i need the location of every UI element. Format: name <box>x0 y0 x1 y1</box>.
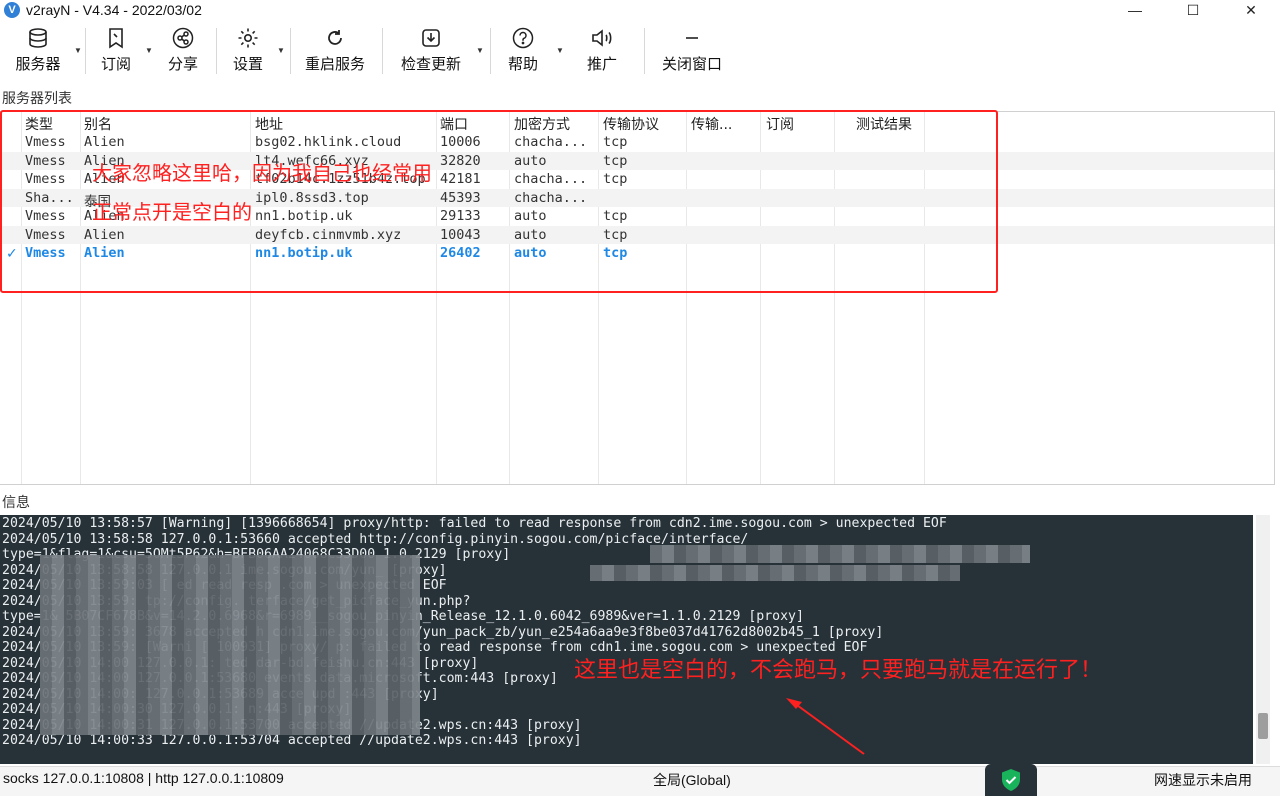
download-icon <box>419 26 443 50</box>
log-label: 信息 <box>2 494 30 510</box>
annotation-text: 大家忽略这里哈，因为我自己也经常用 <box>92 161 432 185</box>
toolbar-divider <box>290 28 291 74</box>
toolbar-divider <box>382 28 383 74</box>
maximize-button[interactable]: ☐ <box>1164 0 1222 20</box>
v2rayn-logo-icon: V <box>4 2 20 18</box>
close-window-button[interactable]: 关闭窗口 <box>658 24 726 76</box>
subscribe-button[interactable]: 订阅 <box>96 24 136 76</box>
settings-button[interactable]: 设置 <box>230 24 266 76</box>
log-panel[interactable]: 2024/05/10 13:58:57 [Warning] [139666865… <box>0 515 1253 764</box>
blurred-region <box>590 565 960 581</box>
close-window-label: 关闭窗口 <box>661 56 722 73</box>
proxy-ports-status: socks 127.0.0.1:10808 | http 127.0.0.1:1… <box>3 770 284 786</box>
toolbar-divider <box>490 28 491 74</box>
speaker-icon <box>590 26 614 50</box>
refresh-icon <box>323 26 347 50</box>
help-icon <box>511 26 535 50</box>
help-button[interactable]: 帮助 <box>505 24 541 76</box>
help-dropdown-icon[interactable]: ▼ <box>556 46 564 55</box>
servers-label: 服务器 <box>15 56 61 73</box>
log-line: 2024/05/10 13:58:58 127.0.0.1:53660 acce… <box>2 531 749 547</box>
log-scrollbar[interactable] <box>1256 515 1270 764</box>
gear-icon <box>236 26 260 50</box>
security-shield-icon[interactable] <box>985 764 1037 796</box>
log-scroll-thumb[interactable] <box>1258 713 1268 739</box>
annotation-text: 正常点开是空白的 <box>92 200 252 224</box>
restart-service-label: 重启服务 <box>304 56 365 73</box>
minus-icon <box>680 26 704 50</box>
check-update-label: 检查更新 <box>400 56 461 73</box>
settings-label: 设置 <box>232 56 263 73</box>
status-bar: socks 127.0.0.1:10808 | http 127.0.0.1:1… <box>0 766 1280 796</box>
annotation-arrow-icon <box>786 698 865 755</box>
toolbar-divider <box>644 28 645 74</box>
bookmark-icon <box>104 26 128 50</box>
promote-button[interactable]: 推广 <box>584 24 620 76</box>
title-bar: V v2rayN - V4.34 - 2022/03/02 — ☐ ✕ <box>0 0 1280 20</box>
share-button[interactable]: 分享 <box>165 24 201 76</box>
subscribe-dropdown-icon[interactable]: ▼ <box>145 46 153 55</box>
close-button[interactable]: ✕ <box>1222 0 1280 20</box>
settings-dropdown-icon[interactable]: ▼ <box>277 46 285 55</box>
window-title: v2rayN - V4.34 - 2022/03/02 <box>26 2 202 18</box>
servers-button[interactable]: 服务器 <box>10 24 66 76</box>
minimize-button[interactable]: — <box>1106 0 1164 20</box>
log-line: 2024/05/10 14:00:33 127.0.0.1:53704 acce… <box>2 733 582 748</box>
speed-display-status: 网速显示未启用 <box>1154 772 1252 788</box>
help-label: 帮助 <box>507 56 538 73</box>
share-label: 分享 <box>167 56 198 73</box>
database-icon <box>26 26 50 50</box>
toolbar-divider <box>216 28 217 74</box>
window-controls: — ☐ ✕ <box>1106 0 1280 20</box>
check-update-button[interactable]: 检查更新 <box>398 24 464 76</box>
toolbar: 服务器 ▼ 订阅 ▼ 分享 设置 ▼ 重启服务 检查更新 ▼ 帮助 ▼ 推广 关… <box>0 24 1280 82</box>
blurred-region <box>40 555 420 735</box>
promote-label: 推广 <box>586 56 617 73</box>
log-line: 2024/05/10 13:58:57 [Warning] [139666865… <box>2 516 947 531</box>
server-list-label: 服务器列表 <box>2 90 72 106</box>
share-icon <box>171 26 195 50</box>
restart-service-button[interactable]: 重启服务 <box>302 24 368 76</box>
blurred-region <box>650 545 1030 563</box>
subscribe-label: 订阅 <box>100 56 131 73</box>
toolbar-divider <box>85 28 86 74</box>
check-update-dropdown-icon[interactable]: ▼ <box>476 46 484 55</box>
servers-dropdown-icon[interactable]: ▼ <box>74 46 82 55</box>
routing-mode-status[interactable]: 全局(Global) <box>653 770 731 790</box>
annotation-text: 这里也是空白的，不会跑马，只要跑马就是在运行了！ <box>574 658 1103 683</box>
